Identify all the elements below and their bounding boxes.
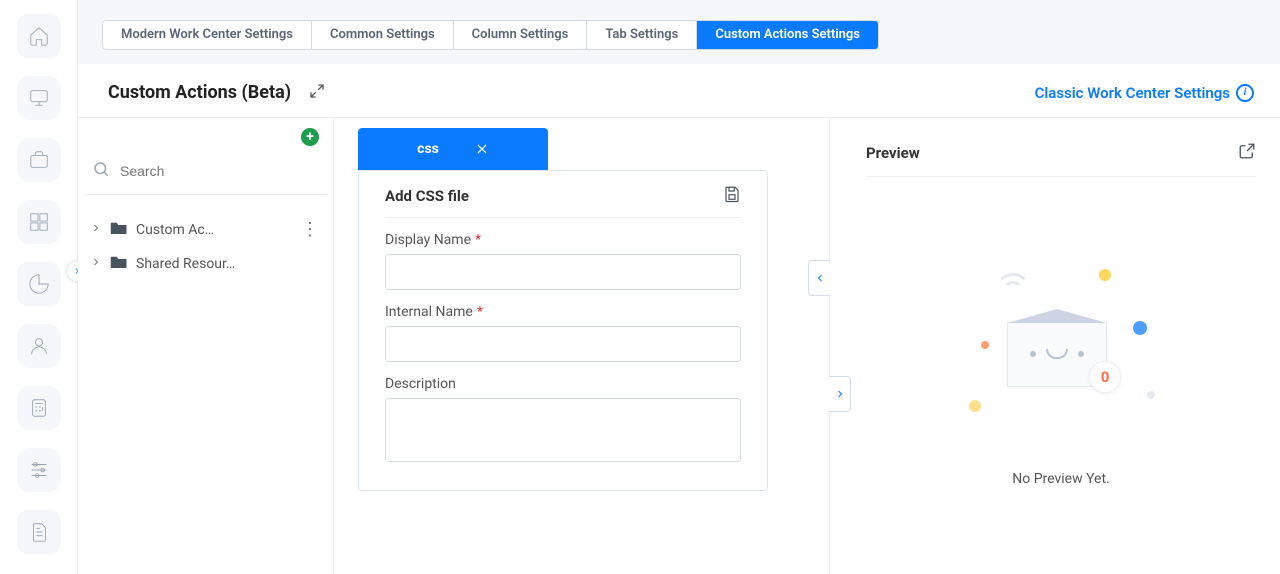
collapse-editor-button[interactable]: [808, 260, 830, 296]
form-card: Add CSS file Display Name* Internal Name…: [358, 170, 768, 491]
info-icon: i: [1236, 84, 1254, 102]
popout-icon[interactable]: [1238, 142, 1256, 164]
save-button[interactable]: [723, 185, 741, 207]
tree-item-custom-actions[interactable]: Custom Ac… ⋮: [86, 213, 325, 247]
form-title: Add CSS file: [385, 187, 469, 205]
tree-item-label: Shared Resour…: [136, 256, 321, 272]
document-icon[interactable]: [17, 510, 61, 554]
chevron-right-icon: [90, 222, 102, 238]
search-row: [84, 160, 327, 195]
tab-tab-settings[interactable]: Tab Settings: [587, 21, 697, 49]
calculator-icon[interactable]: [17, 386, 61, 430]
classic-settings-link[interactable]: Classic Work Center Settings i: [1035, 84, 1254, 102]
home-icon[interactable]: [17, 14, 61, 58]
chevron-right-icon: [90, 256, 102, 272]
preview-count-badge: 0: [1089, 361, 1121, 393]
folder-icon: [110, 255, 128, 273]
tree-item-menu-button[interactable]: ⋮: [299, 221, 321, 239]
user-icon[interactable]: [17, 324, 61, 368]
file-tab-css[interactable]: css: [358, 128, 548, 170]
preview-empty-text: No Preview Yet.: [1012, 471, 1110, 487]
folder-icon: [110, 221, 128, 239]
tree-panel: + Custom Ac… ⋮: [78, 118, 334, 574]
sliders-icon[interactable]: [17, 448, 61, 492]
expand-icon[interactable]: [309, 83, 325, 103]
add-button[interactable]: +: [301, 128, 319, 146]
tab-column-settings[interactable]: Column Settings: [454, 21, 588, 49]
section-header: Custom Actions (Beta) Classic Work Cente…: [78, 64, 1280, 118]
monitor-icon[interactable]: [17, 76, 61, 120]
file-tab-label: css: [417, 141, 439, 157]
pie-chart-icon[interactable]: [17, 262, 61, 306]
close-icon[interactable]: [475, 142, 489, 156]
collapse-preview-button[interactable]: [829, 376, 851, 412]
tab-custom-actions[interactable]: Custom Actions Settings: [697, 21, 878, 49]
page-title: Custom Actions (Beta): [108, 82, 291, 103]
display-name-label: Display Name*: [385, 232, 741, 248]
tab-common-settings[interactable]: Common Settings: [312, 21, 454, 49]
tree-item-shared-resources[interactable]: Shared Resour…: [86, 247, 325, 281]
empty-illustration: 0: [951, 265, 1171, 455]
classic-settings-label: Classic Work Center Settings: [1035, 84, 1230, 102]
preview-title: Preview: [866, 144, 920, 162]
editor-panel: css Add CSS file Display Name*: [334, 118, 830, 574]
internal-name-label: Internal Name*: [385, 304, 741, 320]
left-sidebar: [0, 0, 78, 574]
main-area: Modern Work Center Settings Common Setti…: [78, 0, 1280, 574]
preview-panel: Preview: [830, 118, 1280, 574]
description-label: Description: [385, 376, 741, 392]
display-name-input[interactable]: [385, 254, 741, 290]
description-input[interactable]: [385, 398, 741, 462]
internal-name-input[interactable]: [385, 326, 741, 362]
search-input[interactable]: [120, 163, 319, 179]
search-icon: [92, 160, 110, 182]
grid-icon[interactable]: [17, 200, 61, 244]
briefcase-icon[interactable]: [17, 138, 61, 182]
settings-tabbar: Modern Work Center Settings Common Setti…: [102, 20, 879, 50]
tree-item-label: Custom Ac…: [136, 222, 291, 238]
tab-modern-work-center[interactable]: Modern Work Center Settings: [103, 21, 312, 49]
